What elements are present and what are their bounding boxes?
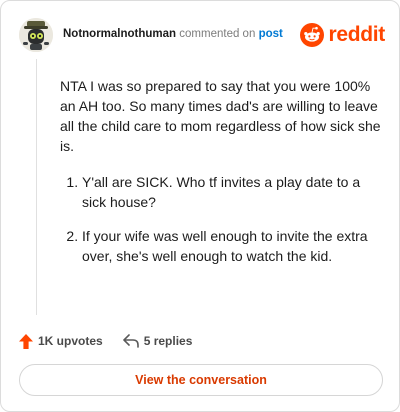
- comment-actions: 1K upvotes 5 replies: [19, 332, 192, 350]
- comment-intro: NTA I was so prepared to say that you we…: [60, 78, 381, 154]
- robot-avatar-icon[interactable]: [19, 18, 53, 52]
- comment-meta: Notnormalnothuman commented on post: [63, 28, 283, 40]
- reddit-snoo-icon: [300, 23, 325, 47]
- reply-arrow-icon: [122, 334, 139, 348]
- view-conversation-button[interactable]: View the conversation: [19, 364, 383, 396]
- list-item: Y'all are SICK. Who tf invites a play da…: [82, 172, 385, 212]
- commented-on-text: commented on: [179, 28, 256, 40]
- upvote-button[interactable]: 1K upvotes: [19, 333, 103, 349]
- replies-button[interactable]: 5 replies: [122, 334, 193, 348]
- comment-card: Notnormalnothuman commented on post redd…: [0, 0, 400, 412]
- reply-count: 5 replies: [143, 334, 193, 348]
- post-link[interactable]: post: [259, 28, 283, 40]
- comment-header: Notnormalnothuman commented on post redd…: [19, 18, 385, 52]
- thread-line: [36, 59, 37, 315]
- reddit-wordmark: reddit: [328, 23, 385, 46]
- upvote-arrow-icon: [19, 333, 33, 349]
- username[interactable]: Notnormalnothuman: [63, 28, 176, 40]
- reddit-logo[interactable]: reddit: [300, 22, 385, 48]
- comment-list: Y'all are SICK. Who tf invites a play da…: [60, 172, 385, 266]
- list-item: If your wife was well enough to invite t…: [82, 226, 385, 266]
- comment-body: NTA I was so prepared to say that you we…: [60, 76, 385, 280]
- upvote-count: 1K upvotes: [38, 334, 103, 348]
